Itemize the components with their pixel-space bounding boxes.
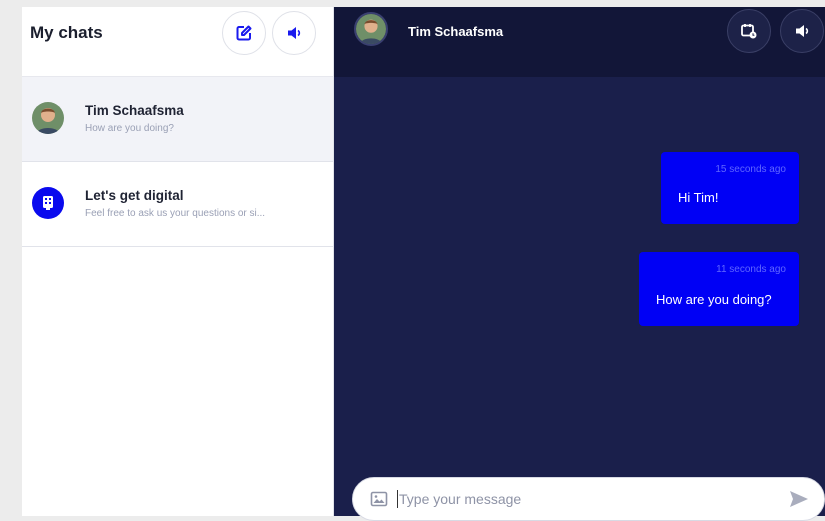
digital-logo-icon	[43, 196, 53, 210]
app-frame: My chats Tim Schaafsma How are you doing…	[22, 7, 825, 521]
message-text: How are you doing?	[656, 292, 772, 307]
sidebar: My chats Tim Schaafsma How are you doing…	[22, 7, 334, 516]
conversation-name: Let's get digital	[85, 188, 184, 203]
digital-logo-avatar	[32, 187, 64, 219]
compose-icon	[236, 25, 252, 41]
send-icon	[790, 491, 808, 507]
message-timestamp: 15 seconds ago	[715, 164, 786, 175]
attach-image-button[interactable]	[370, 490, 388, 513]
chat-title: Tim Schaafsma	[408, 24, 504, 39]
speaker-icon	[796, 25, 809, 37]
avatar	[32, 102, 64, 134]
page-title: My chats	[30, 23, 103, 42]
speaker-icon	[288, 27, 301, 39]
sound-toggle-button[interactable]	[780, 9, 824, 53]
text-caret	[397, 490, 398, 508]
new-chat-button[interactable]	[222, 11, 266, 55]
chat-header: Tim Schaafsma	[334, 7, 825, 77]
send-button[interactable]	[789, 490, 809, 513]
message-bubble: 15 seconds ago Hi Tim!	[661, 152, 799, 224]
conversation-item-digital[interactable]: Let's get digital Feel free to ask us yo…	[22, 162, 333, 247]
sound-toggle-button[interactable]	[272, 11, 316, 55]
message-timestamp: 11 seconds ago	[716, 264, 786, 275]
conversation-preview: Feel free to ask us your questions or si…	[85, 208, 266, 219]
message-input[interactable]	[399, 488, 759, 510]
chat-pane: Tim Schaafsma 15 seconds ago Hi Tim! 11 …	[334, 7, 825, 521]
message-text: Hi Tim!	[678, 190, 719, 205]
sidebar-header: My chats	[22, 7, 333, 77]
calendar-icon	[741, 24, 757, 39]
message-bubble: 11 seconds ago How are you doing?	[639, 252, 799, 326]
message-composer[interactable]	[352, 477, 825, 521]
conversation-item-tim[interactable]: Tim Schaafsma How are you doing?	[22, 77, 333, 162]
schedule-button[interactable]	[727, 9, 771, 53]
conversation-preview: How are you doing?	[85, 123, 174, 134]
avatar	[354, 12, 388, 46]
image-icon	[370, 491, 388, 507]
conversation-name: Tim Schaafsma	[85, 103, 184, 118]
